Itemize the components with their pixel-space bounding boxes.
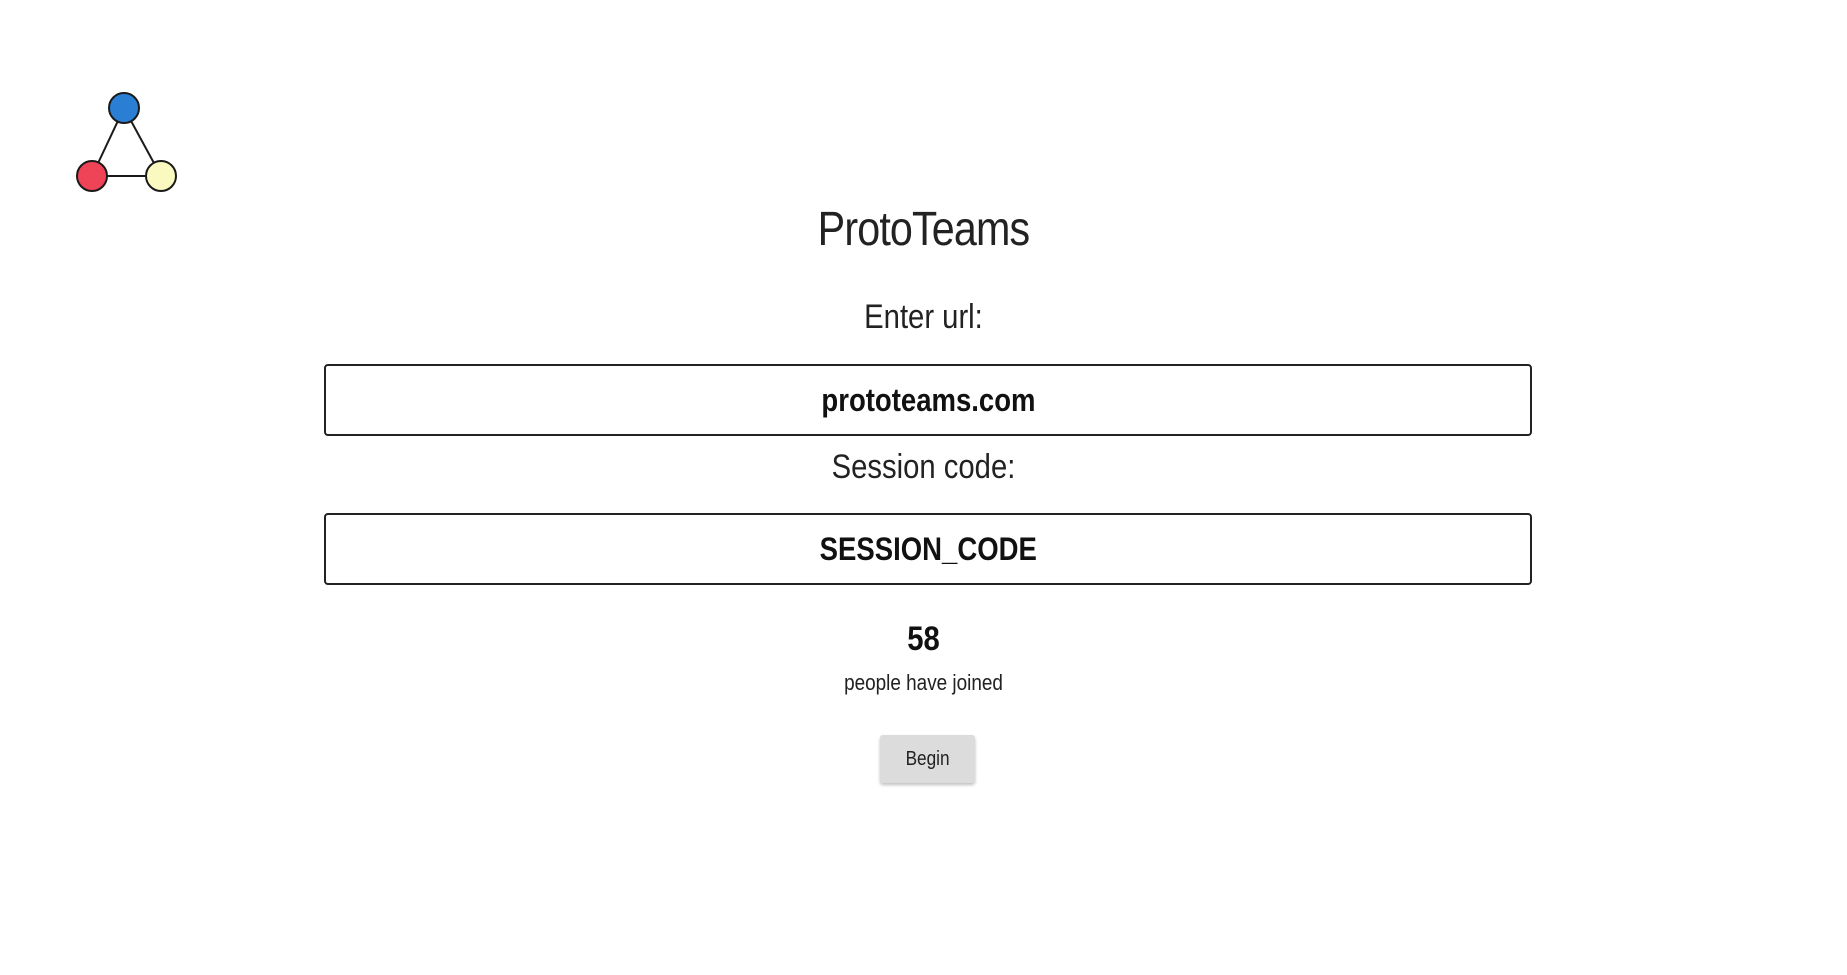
session-code-field[interactable]: SESSION_CODE: [324, 513, 1532, 585]
session-code-label: Session code:: [831, 448, 1016, 486]
begin-button[interactable]: Begin: [880, 735, 975, 783]
url-label: Enter url:: [864, 298, 983, 336]
logo-node-top: [108, 92, 140, 124]
page-title: ProtoTeams: [817, 203, 1031, 256]
joined-count: 58: [907, 620, 940, 658]
logo-node-left: [76, 160, 108, 192]
logo-icon: [76, 92, 177, 192]
begin-button-label: Begin: [905, 747, 950, 770]
url-value: prototeams.com: [820, 381, 1036, 418]
session-code-value: SESSION_CODE: [819, 530, 1037, 567]
logo-node-right: [145, 160, 177, 192]
joined-text: people have joined: [844, 670, 1003, 695]
url-field[interactable]: prototeams.com: [324, 364, 1532, 436]
